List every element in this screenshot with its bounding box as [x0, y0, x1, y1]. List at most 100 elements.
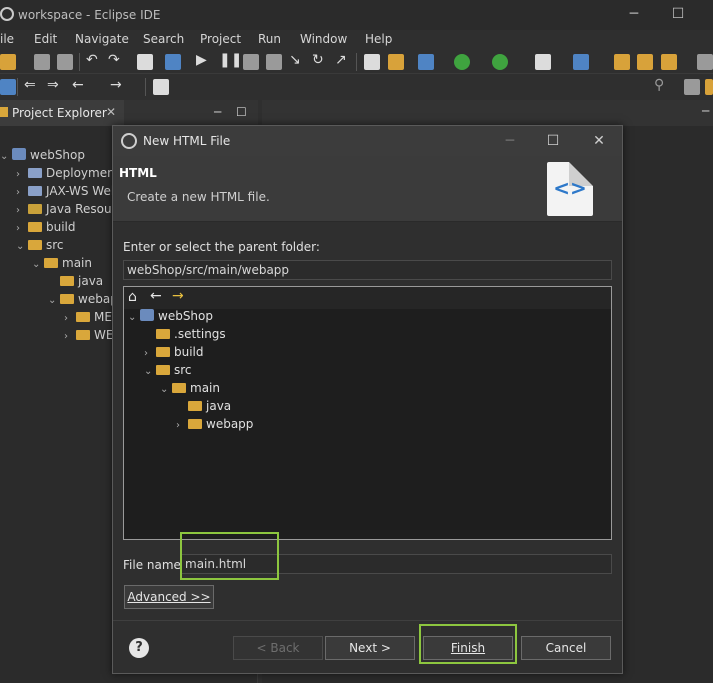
maximize-view-icon[interactable]: ☐: [236, 105, 247, 119]
pin-editor-icon[interactable]: [153, 79, 169, 95]
chevron-right-icon[interactable]: ›: [64, 313, 76, 324]
maximize-icon[interactable]: ☐: [670, 6, 686, 22]
quick-access-search-icon[interactable]: ⚲: [654, 77, 664, 93]
chevron-down-icon[interactable]: ⌄: [160, 384, 172, 395]
overflow-icon[interactable]: [697, 54, 713, 70]
suspend-icon[interactable]: ❚❚: [219, 52, 242, 68]
folder-tree-item[interactable]: .settings: [144, 327, 226, 345]
debug-icon[interactable]: [418, 54, 434, 70]
new-icon[interactable]: [0, 54, 16, 70]
folder-icon: [28, 222, 42, 232]
chevron-down-icon[interactable]: ⌄: [144, 366, 156, 377]
menu-window[interactable]: Window: [300, 32, 347, 46]
open-type-icon[interactable]: [614, 54, 630, 70]
tab-project-explorer[interactable]: Project Explorer ✕: [0, 100, 124, 126]
save-icon[interactable]: [34, 54, 50, 70]
step-over-icon[interactable]: ↻: [312, 52, 324, 68]
folder-tree-item[interactable]: › build: [144, 345, 204, 363]
run-menu-icon[interactable]: [364, 54, 380, 70]
maximize-icon[interactable]: ☐: [544, 132, 562, 150]
chevron-right-icon[interactable]: ›: [64, 331, 76, 342]
next-annotation-icon[interactable]: ⇒: [47, 77, 59, 93]
chevron-down-icon[interactable]: ⌄: [16, 241, 28, 252]
explorer-tree-item[interactable]: ⌄ webShop: [0, 148, 85, 166]
tree-item-label: Deployment: [46, 166, 120, 180]
chevron-right-icon[interactable]: ›: [16, 205, 28, 216]
folder-tree-rows: ⌄ webShop .settings › build ⌄ src ⌄ main java › web…: [124, 309, 611, 539]
home-icon[interactable]: ⌂: [128, 289, 137, 305]
step-return-icon[interactable]: ↗: [335, 52, 347, 68]
explorer-tree-item[interactable]: java: [48, 274, 103, 292]
back-icon[interactable]: ←: [150, 288, 162, 304]
open-task-icon[interactable]: [637, 54, 653, 70]
help-icon[interactable]: ?: [129, 638, 149, 658]
chevron-right-icon[interactable]: ›: [16, 223, 28, 234]
open-perspective-icon[interactable]: [684, 79, 700, 95]
menu-run[interactable]: Run: [258, 32, 281, 46]
close-icon[interactable]: ✕: [590, 132, 608, 150]
explorer-tree-item[interactable]: › build: [16, 220, 76, 238]
explorer-tree-item[interactable]: ⌄ src: [16, 238, 64, 256]
explorer-tree-item[interactable]: › Java Resourc: [16, 202, 123, 220]
external-tools-icon[interactable]: [492, 54, 508, 70]
dialog-title: New HTML File: [143, 134, 231, 148]
chevron-down-icon[interactable]: ⌄: [32, 259, 44, 270]
explorer-tree-item[interactable]: ⌄ main: [32, 256, 92, 274]
explorer-tree-item[interactable]: › JAX-WS Web: [16, 184, 118, 202]
menu-file[interactable]: ile: [0, 32, 14, 46]
menu-navigate[interactable]: Navigate: [75, 32, 129, 46]
java-ee-perspective-icon[interactable]: [705, 79, 713, 95]
new-server-icon[interactable]: [535, 54, 551, 70]
folder-tree-item[interactable]: › webapp: [176, 417, 253, 435]
prev-annotation-icon[interactable]: ⇐: [24, 77, 36, 93]
terminate-icon[interactable]: [243, 54, 259, 70]
folder-tree-item[interactable]: ⌄ main: [160, 381, 220, 399]
back-icon[interactable]: ←: [72, 77, 84, 93]
save-all-icon[interactable]: [57, 54, 73, 70]
new-wizard-icon[interactable]: [573, 54, 589, 70]
undo-icon[interactable]: ↶: [86, 52, 98, 68]
step-into-icon[interactable]: ↘: [289, 52, 301, 68]
explorer-tree-item[interactable]: › MET: [64, 310, 119, 328]
minimize-icon[interactable]: ─: [626, 6, 642, 22]
resume-icon[interactable]: ▶: [196, 52, 207, 68]
chevron-down-icon[interactable]: ⌄: [48, 295, 60, 306]
advanced-button[interactable]: Advanced >>: [124, 585, 214, 609]
forward-icon[interactable]: →: [110, 77, 122, 93]
chevron-right-icon[interactable]: ›: [16, 169, 28, 180]
new-html-file-dialog: New HTML File ─ ☐ ✕ HTML Create a new HT…: [112, 125, 623, 674]
folder-tree-item[interactable]: ⌄ src: [144, 363, 192, 381]
pen-icon[interactable]: [661, 54, 677, 70]
terminal-icon[interactable]: [137, 54, 153, 70]
use-step-filters-icon[interactable]: [388, 54, 404, 70]
disconnect-icon[interactable]: [266, 54, 282, 70]
menu-edit[interactable]: Edit: [34, 32, 57, 46]
minimize-editor-icon[interactable]: ─: [702, 104, 709, 118]
toolbar-separator: [145, 78, 146, 96]
chevron-down-icon[interactable]: ⌄: [128, 312, 140, 323]
next-button[interactable]: Next >: [325, 636, 415, 660]
redo-icon[interactable]: ↷: [108, 52, 120, 68]
folder-tree[interactable]: ⌂ ← → ⌄ webShop .settings › build ⌄ src ⌄ main ja…: [123, 286, 612, 540]
menu-help[interactable]: Help: [365, 32, 392, 46]
chevron-right-icon[interactable]: ›: [16, 187, 28, 198]
parent-folder-input[interactable]: webShop/src/main/webapp: [123, 260, 612, 280]
explorer-tree-item[interactable]: › Deployment: [16, 166, 119, 184]
chevron-down-icon[interactable]: ⌄: [0, 151, 12, 162]
run-icon[interactable]: [454, 54, 470, 70]
link-icon[interactable]: [0, 79, 16, 95]
chevron-right-icon[interactable]: ›: [176, 420, 188, 431]
chevron-right-icon[interactable]: ›: [144, 348, 156, 359]
menu-search[interactable]: Search: [143, 32, 184, 46]
cancel-button[interactable]: Cancel: [521, 636, 611, 660]
forward-icon[interactable]: →: [172, 288, 184, 304]
menu-project[interactable]: Project: [200, 32, 241, 46]
tree-item-label: webapp: [206, 417, 254, 431]
minimize-icon[interactable]: ─: [501, 132, 519, 150]
minimize-view-icon[interactable]: ─: [214, 105, 221, 119]
explorer-tree-item[interactable]: › WEI: [64, 328, 117, 346]
skip-breakpoints-icon[interactable]: [165, 54, 181, 70]
close-icon[interactable]: ✕: [106, 105, 116, 119]
folder-tree-item[interactable]: ⌄ webShop: [128, 309, 213, 327]
folder-tree-item[interactable]: java: [176, 399, 231, 417]
